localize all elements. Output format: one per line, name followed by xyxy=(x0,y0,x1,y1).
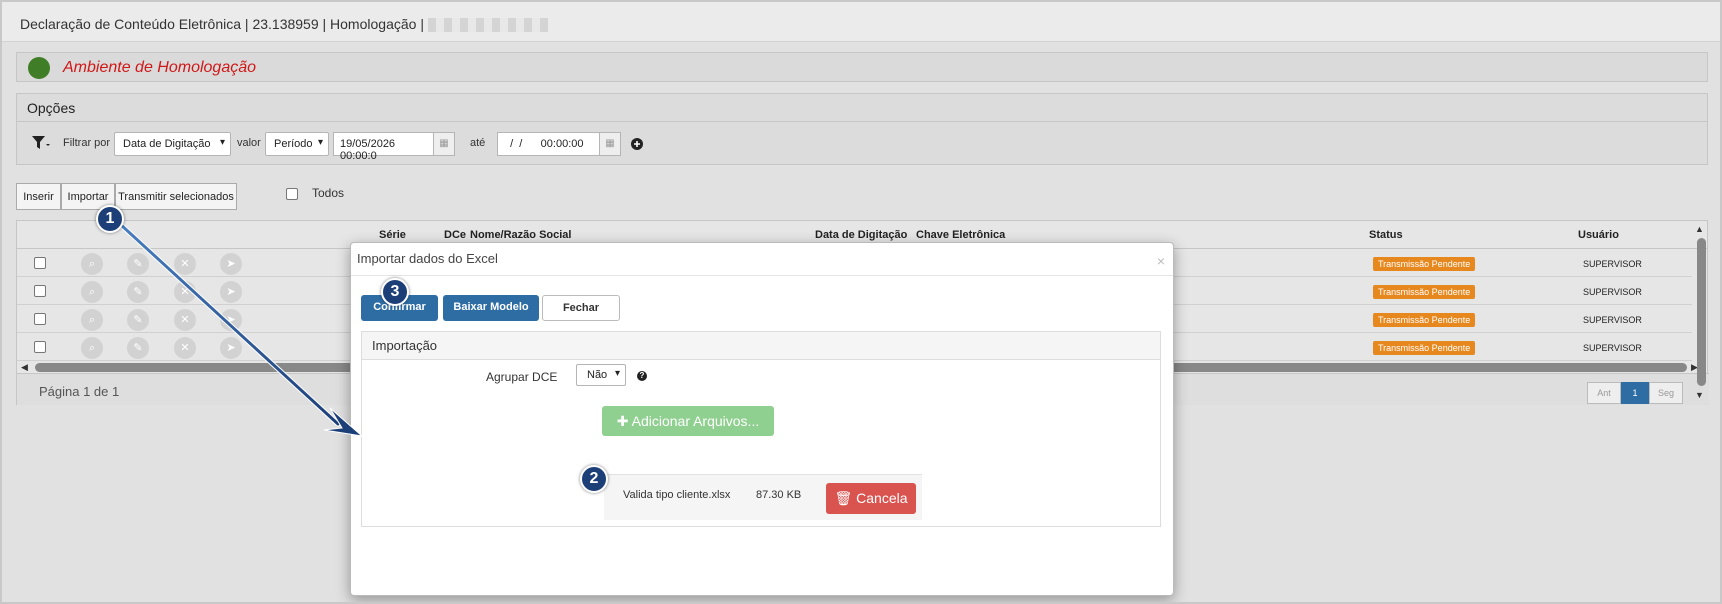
callout-2: 2 xyxy=(580,465,608,493)
annotation-arrow xyxy=(117,221,364,437)
callout-3: 3 xyxy=(381,278,409,306)
callout-1: 1 xyxy=(96,205,124,233)
page: Declaração de Conteúdo Eletrônica | 23.1… xyxy=(0,0,1722,604)
